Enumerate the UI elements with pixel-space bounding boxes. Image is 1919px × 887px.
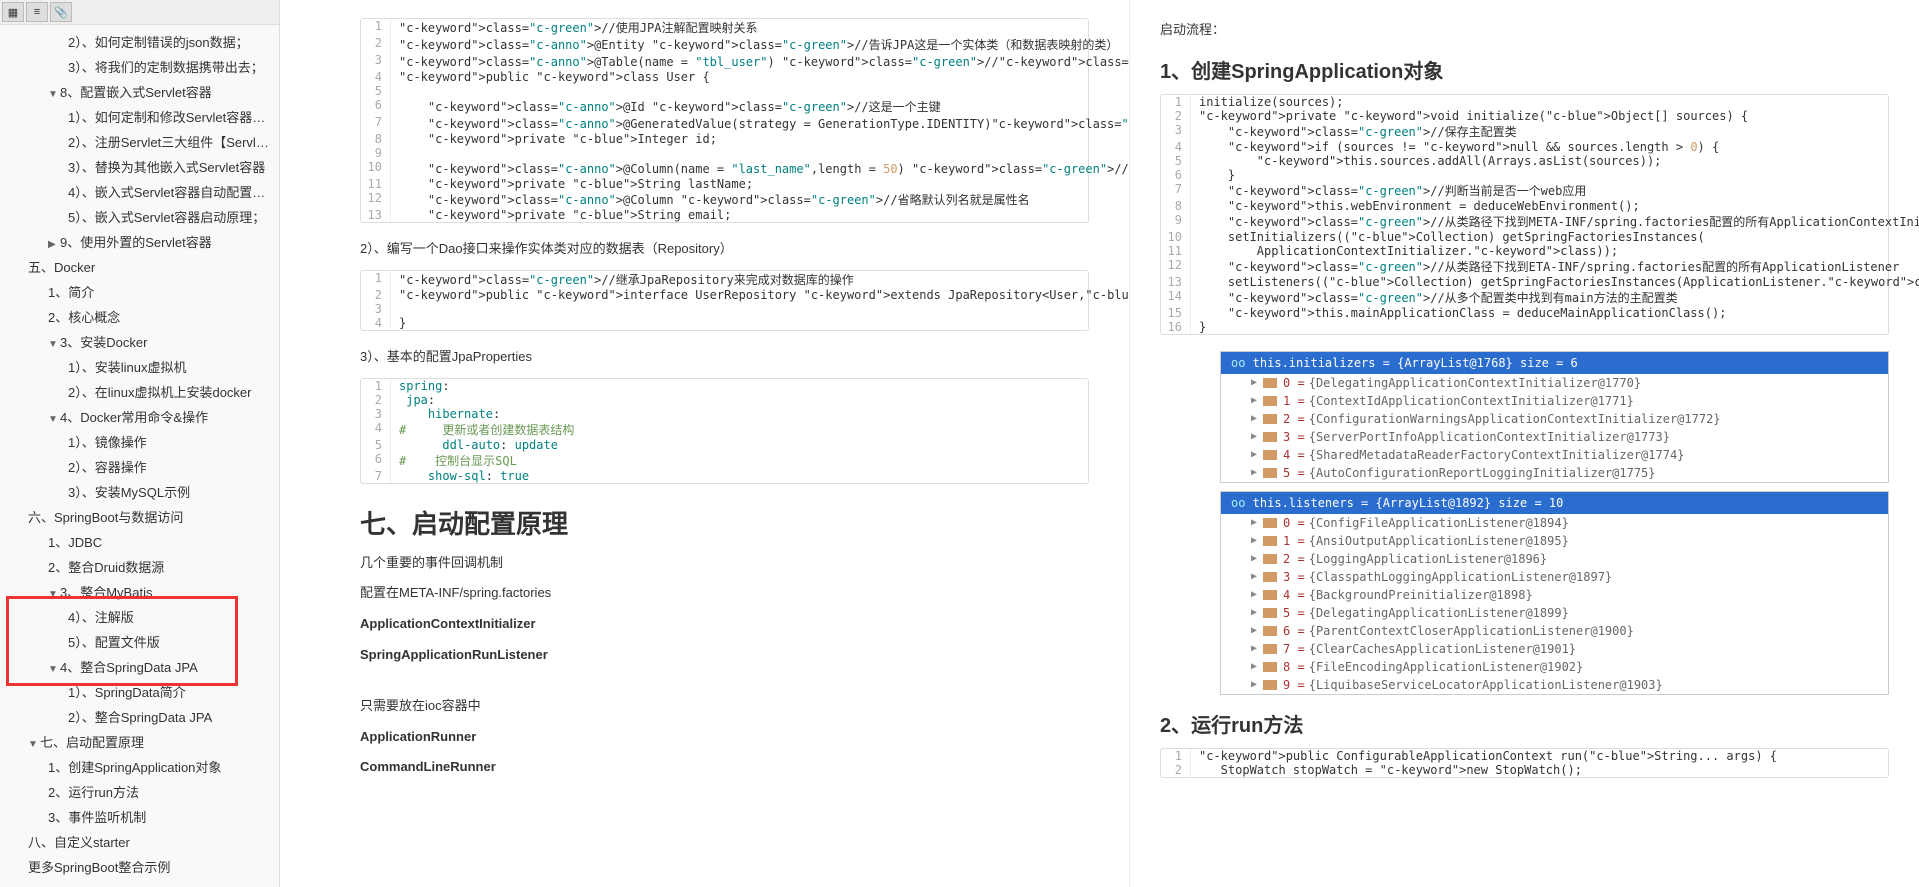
debug-row[interactable]: ▶1 = {ContextIdApplicationContextInitial… [1221, 392, 1888, 410]
tree-item[interactable]: 3）、将我们的定制数据携带出去； [0, 54, 279, 79]
tree-item[interactable]: 5）、配置文件版 [0, 629, 279, 654]
debug-listeners: oo this.listeners = {ArrayList@1892} siz… [1220, 491, 1889, 695]
debug-row[interactable]: ▶6 = {ParentContextCloserApplicationList… [1221, 622, 1888, 640]
code-block-yaml: 1spring:2 jpa:3 hibernate:4# 更新或者创建数据表结构… [360, 378, 1089, 484]
content-left: 1"c-keyword">class="c-green">//使用JPA注解配置… [280, 0, 1130, 887]
debug-header: oo this.initializers = {ArrayList@1768} … [1221, 352, 1888, 374]
grid-view-icon[interactable]: ▦ [2, 2, 24, 22]
tree-item[interactable]: ▼4、整合SpringData JPA [0, 654, 279, 679]
p-ioc: 只需要放在ioc容器中 [360, 696, 1089, 717]
debug-row[interactable]: ▶1 = {AnsiOutputApplicationListener@1895… [1221, 532, 1888, 550]
tree-item[interactable]: ▼3、安装Docker [0, 329, 279, 354]
debug-row[interactable]: ▶0 = {DelegatingApplicationContextInitia… [1221, 374, 1888, 392]
para-dao: 2）、编写一个Dao接口来操作实体类对应的数据表（Repository） [360, 239, 1089, 260]
list-view-icon[interactable]: ≡ [26, 2, 48, 22]
heading-run: 2、运行run方法 [1160, 709, 1889, 738]
tree-item[interactable]: 八、自定义starter [0, 829, 279, 854]
content-right: 启动流程： 1、创建SpringApplication对象 1initializ… [1130, 0, 1919, 887]
debug-row[interactable]: ▶5 = {AutoConfigurationReportLoggingInit… [1221, 464, 1888, 482]
tree-item[interactable]: 2、整合Druid数据源 [0, 554, 279, 579]
p-sarl: SpringApplicationRunListener [360, 645, 1089, 666]
heading-seven: 七、启动配置原理 [360, 504, 1089, 541]
tree-item[interactable]: 1）、镜像操作 [0, 429, 279, 454]
debug-row[interactable]: ▶7 = {ClearCachesApplicationListener@190… [1221, 640, 1888, 658]
p-callback: 几个重要的事件回调机制 [360, 553, 1089, 574]
tree-item[interactable]: 五、Docker [0, 254, 279, 279]
tree-item[interactable]: 六、SpringBoot与数据访问 [0, 504, 279, 529]
debug-row[interactable]: ▶4 = {SharedMetadataReaderFactoryContext… [1221, 446, 1888, 464]
debug-row[interactable]: ▶4 = {BackgroundPreinitializer@1898} [1221, 586, 1888, 604]
debug-initializers: oo this.initializers = {ArrayList@1768} … [1220, 351, 1889, 483]
p-meta: 配置在META-INF/spring.factories [360, 583, 1089, 604]
debug-row[interactable]: ▶3 = {ClasspathLoggingApplicationListene… [1221, 568, 1888, 586]
tree-item[interactable]: 5）、嵌入式Servlet容器启动原理； [0, 204, 279, 229]
debug-row[interactable]: ▶5 = {DelegatingApplicationListener@1899… [1221, 604, 1888, 622]
tree-item[interactable]: 3）、安装MySQL示例 [0, 479, 279, 504]
tree-item[interactable]: 2）、注册Servlet三大组件【Servlet、Filter、Listener… [0, 129, 279, 154]
tree-item[interactable]: ▼4、Docker常用命令&操作 [0, 404, 279, 429]
tree-item[interactable]: 4）、嵌入式Servlet容器自动配置原理； [0, 179, 279, 204]
debug-row[interactable]: ▶8 = {FileEncodingApplicationListener@19… [1221, 658, 1888, 676]
attach-icon[interactable]: 📎 [50, 2, 72, 22]
tree-item[interactable]: ▼3、整合MyBatis [0, 579, 279, 604]
tree-item[interactable]: 3、事件监听机制 [0, 804, 279, 829]
tree-item[interactable]: 2、运行run方法 [0, 779, 279, 804]
tree-item[interactable]: 更多SpringBoot整合示例 [0, 854, 279, 879]
tree-item[interactable]: 2）、如何定制错误的json数据； [0, 29, 279, 54]
debug-header: oo this.listeners = {ArrayList@1892} siz… [1221, 492, 1888, 514]
p-aci: ApplicationContextInitializer [360, 614, 1089, 635]
tree-item[interactable]: 1、创建SpringApplication对象 [0, 754, 279, 779]
tree-item[interactable]: 4）、注解版 [0, 604, 279, 629]
debug-row[interactable]: ▶9 = {LiquibaseServiceLocatorApplication… [1221, 676, 1888, 694]
code-block-entity: 1"c-keyword">class="c-green">//使用JPA注解配置… [360, 18, 1089, 223]
tree-item[interactable]: 3）、替换为其他嵌入式Servlet容器 [0, 154, 279, 179]
debug-row[interactable]: ▶2 = {ConfigurationWarningsApplicationCo… [1221, 410, 1888, 428]
tree-item[interactable]: 1、简介 [0, 279, 279, 304]
tree-item[interactable]: 2）、整合SpringData JPA [0, 704, 279, 729]
tree-item[interactable]: 1）、安装linux虚拟机 [0, 354, 279, 379]
tree-item[interactable]: 2）、在linux虚拟机上安装docker [0, 379, 279, 404]
outline-tree: 2）、如何定制错误的json数据；3）、将我们的定制数据携带出去；▼8、配置嵌入… [0, 25, 279, 883]
heading-create: 1、创建SpringApplication对象 [1160, 55, 1889, 84]
code-block-repo: 1"c-keyword">class="c-green">//继承JpaRepo… [360, 270, 1089, 331]
debug-row[interactable]: ▶2 = {LoggingApplicationListener@1896} [1221, 550, 1888, 568]
tree-item[interactable]: 2、核心概念 [0, 304, 279, 329]
sidebar: ▦ ≡ 📎 2）、如何定制错误的json数据；3）、将我们的定制数据携带出去；▼… [0, 0, 280, 887]
p-clr: CommandLineRunner [360, 757, 1089, 778]
tree-item[interactable]: 1）、如何定制和修改Servlet容器的相关配置； [0, 104, 279, 129]
tree-item[interactable]: ▼8、配置嵌入式Servlet容器 [0, 79, 279, 104]
sidebar-toolbar: ▦ ≡ 📎 [0, 0, 279, 25]
debug-row[interactable]: ▶0 = {ConfigFileApplicationListener@1894… [1221, 514, 1888, 532]
p-flow: 启动流程： [1160, 20, 1889, 41]
debug-row[interactable]: ▶3 = {ServerPortInfoApplicationContextIn… [1221, 428, 1888, 446]
tree-item[interactable]: ▶9、使用外置的Servlet容器 [0, 229, 279, 254]
para-jpa: 3）、基本的配置JpaProperties [360, 347, 1089, 368]
p-ar: ApplicationRunner [360, 727, 1089, 748]
tree-item[interactable]: 2）、容器操作 [0, 454, 279, 479]
tree-item[interactable]: ▼七、启动配置原理 [0, 729, 279, 754]
tree-item[interactable]: 1、JDBC [0, 529, 279, 554]
code-block-init: 1initialize(sources);2"c-keyword">privat… [1160, 94, 1889, 335]
tree-item[interactable]: 1）、SpringData简介 [0, 679, 279, 704]
code-block-run: 1"c-keyword">public ConfigurableApplicat… [1160, 748, 1889, 778]
